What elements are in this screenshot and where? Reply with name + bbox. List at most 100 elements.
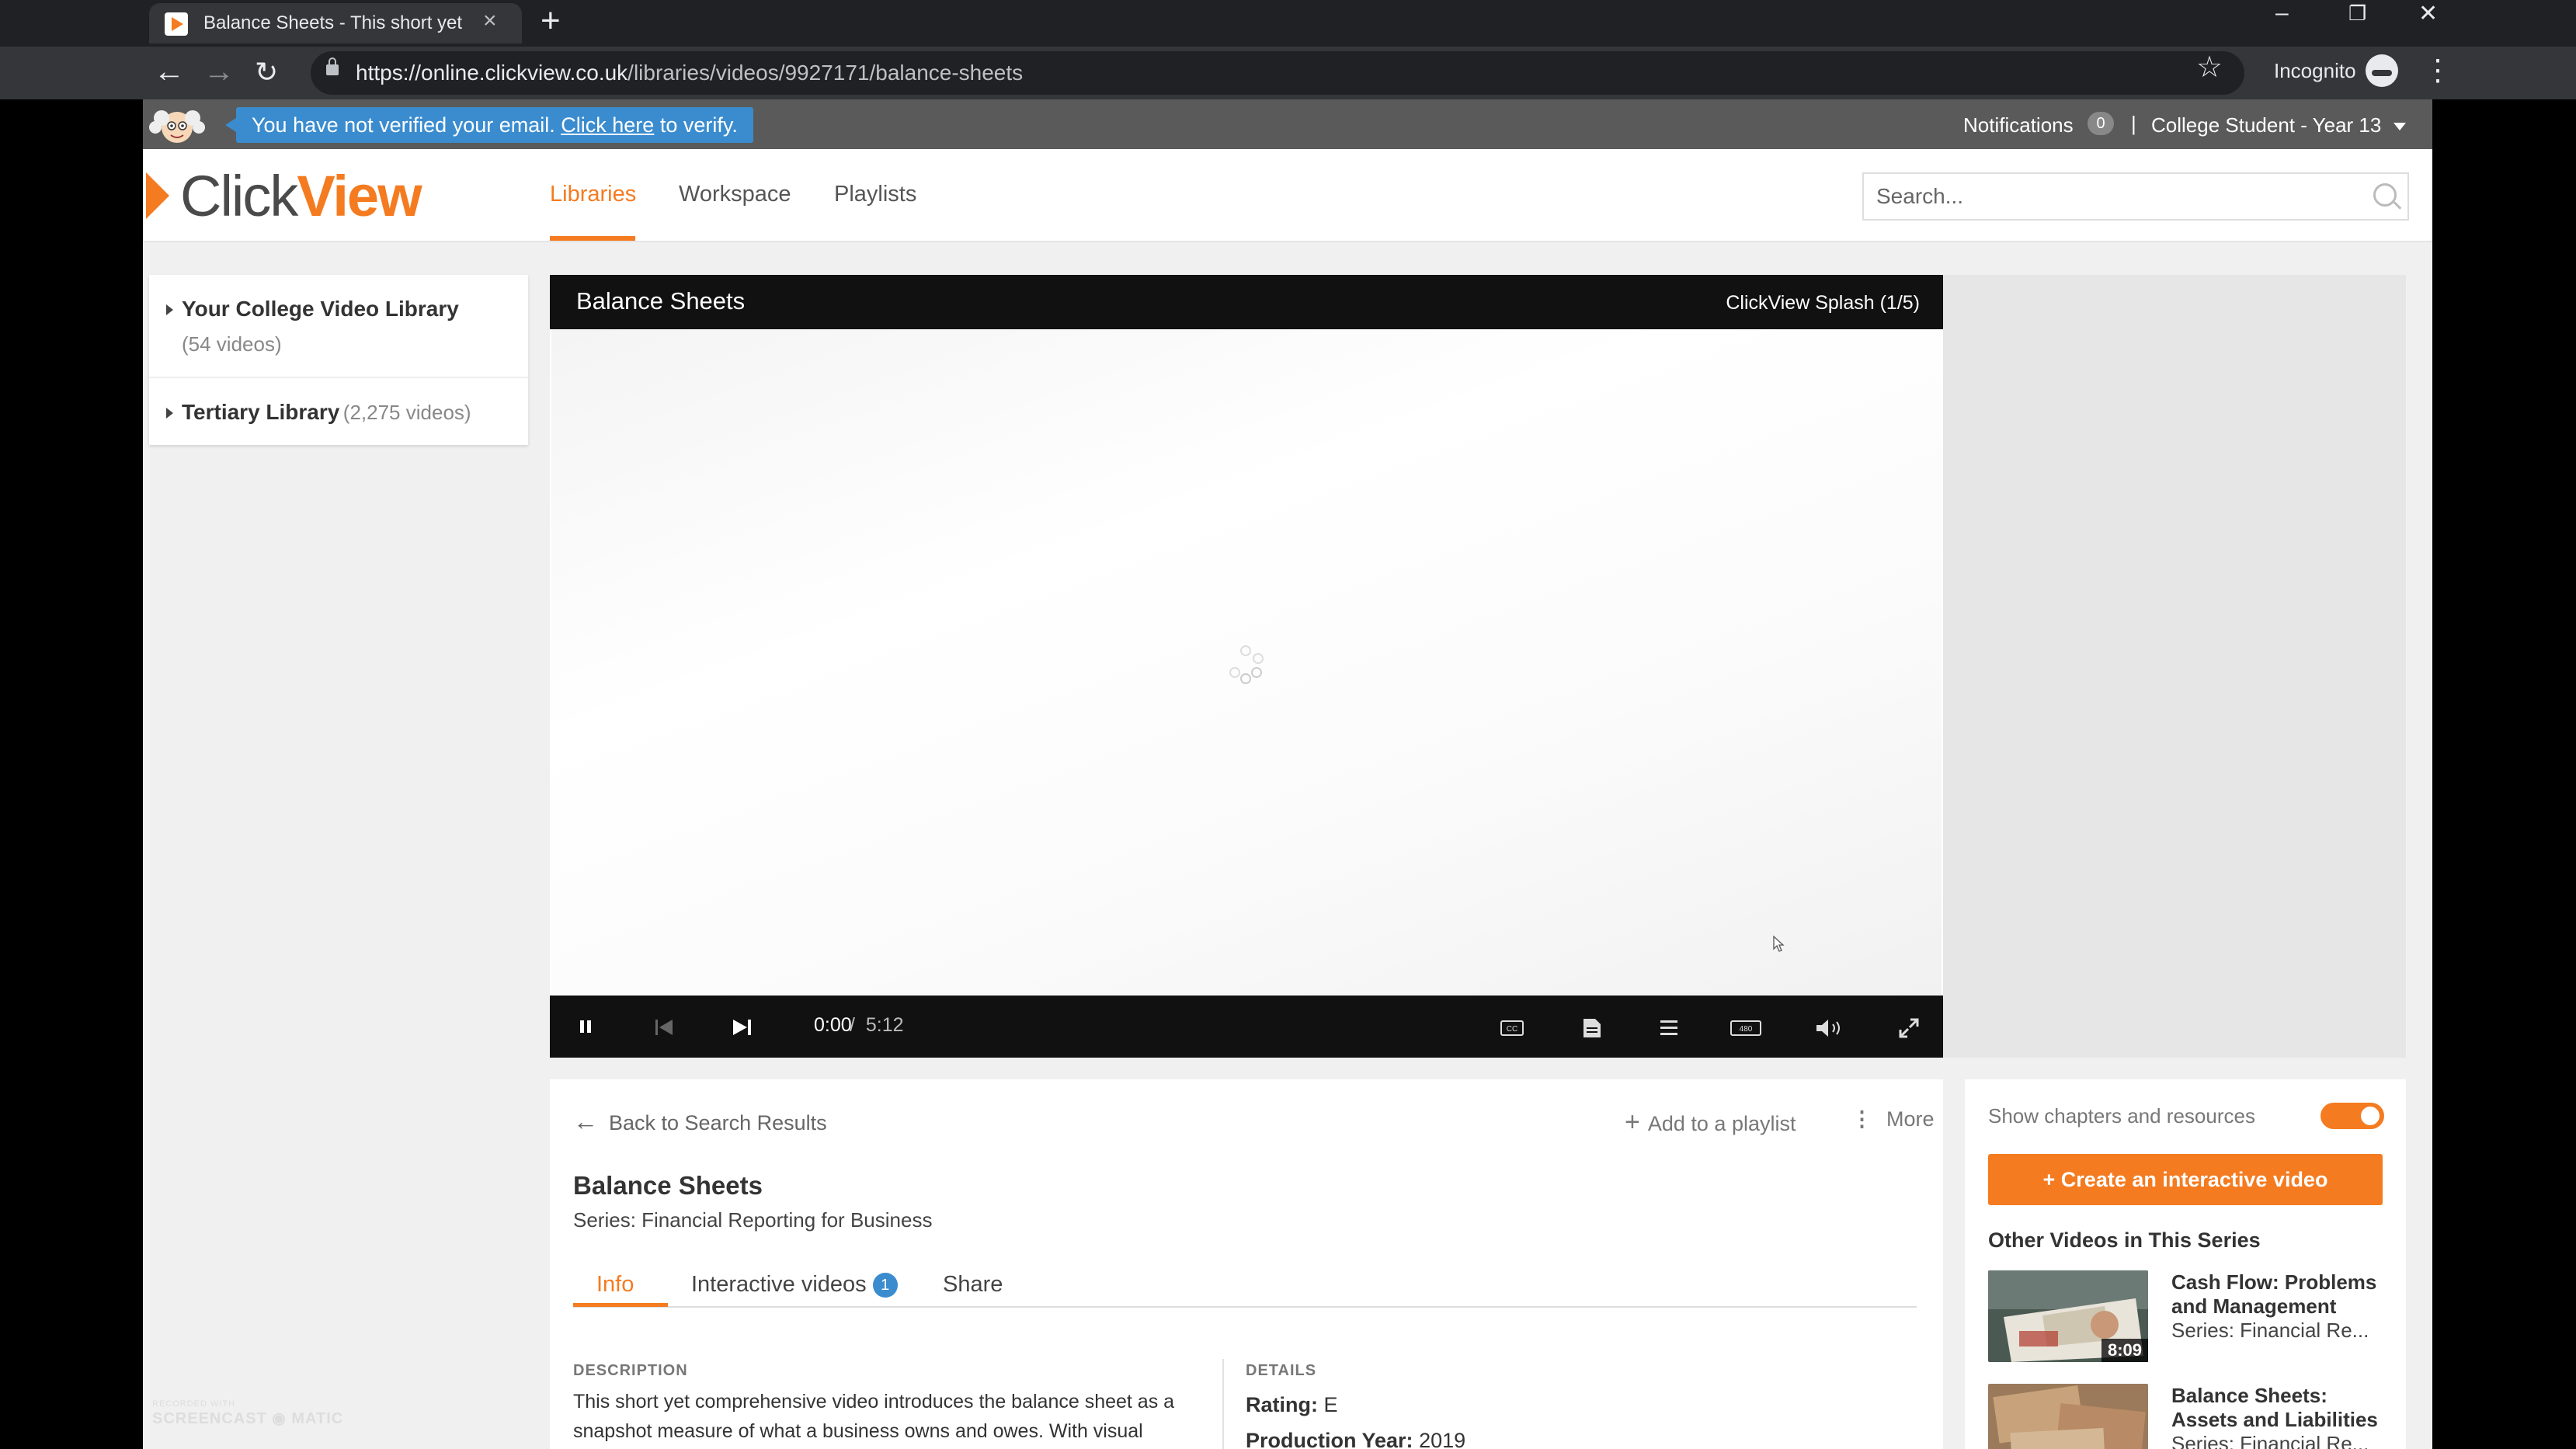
details-label: DETAILS <box>1246 1362 1317 1379</box>
svg-text:480: 480 <box>1740 1025 1753 1034</box>
site-header: ClickView Libraries Workspace Playlists <box>143 149 2432 242</box>
separator: | <box>2131 112 2136 135</box>
previous-icon[interactable] <box>654 1017 674 1037</box>
mouse-cursor-icon <box>1773 935 1785 952</box>
incognito-icon[interactable] <box>2366 54 2398 87</box>
related-video-title[interactable]: Cash Flow: Problems and Management <box>2171 1270 2397 1319</box>
browser-menu-icon[interactable]: ⋮ <box>2423 53 2453 88</box>
tab-info[interactable]: Info <box>596 1272 634 1298</box>
more-vertical-icon: ⋮ <box>1851 1107 1872 1131</box>
nav-playlists[interactable]: Playlists <box>834 182 916 207</box>
clickview-logo-icon[interactable] <box>146 172 169 219</box>
caret-right-icon <box>166 408 173 419</box>
library-name: Your College Video Library <box>182 297 459 321</box>
video-thumbnail[interactable] <box>1988 1384 2148 1449</box>
tab-title: Balance Sheets - This short yet comprehe… <box>203 12 468 33</box>
chapters-icon[interactable] <box>1581 1017 1603 1039</box>
more-button[interactable]: ⋮ More <box>1851 1107 1935 1131</box>
url-text[interactable]: https://online.clickview.co.uk/libraries… <box>356 61 1023 85</box>
pause-icon[interactable] <box>579 1019 592 1034</box>
series-line[interactable]: Series: Financial Reporting for Business <box>573 1208 932 1232</box>
notifications-link[interactable]: Notifications <box>1963 113 2074 137</box>
tab-interactive-videos[interactable]: Interactive videos 1 <box>691 1272 898 1298</box>
screencast-watermark: RECORDED WITH SCREENCAST ◉ MATIC <box>152 1399 344 1427</box>
video-info-card: ← Back to Search Results + Add to a playli… <box>550 1079 1943 1449</box>
clickview-favicon-icon <box>165 12 188 36</box>
new-tab-icon[interactable]: + <box>541 2 561 40</box>
nav-libraries[interactable]: Libraries <box>550 182 636 207</box>
back-to-results-link[interactable]: ← Back to Search Results <box>573 1107 827 1136</box>
search-input[interactable] <box>1875 180 2344 213</box>
library-count: (2,275 videos) <box>342 401 471 424</box>
related-video-title[interactable]: Balance Sheets: Assets and Liabilities <box>2171 1384 2397 1432</box>
browser-tab[interactable]: Balance Sheets - This short yet comprehe… <box>149 3 522 43</box>
add-to-playlist-button[interactable]: + Add to a playlist <box>1625 1107 1796 1138</box>
video-viewport[interactable] <box>551 329 1942 996</box>
related-video-item[interactable]: Balance Sheets: Assets and Liabilities S… <box>1988 1384 2392 1449</box>
interactive-count-badge: 1 <box>872 1273 898 1298</box>
clickview-logo[interactable]: ClickView <box>180 163 422 229</box>
video-duration-badge: 8:09 <box>2101 1339 2148 1362</box>
player-controls: 0:00 / 5:12 CC 480 <box>550 996 1943 1058</box>
address-bar[interactable]: https://online.clickview.co.uk/libraries… <box>311 51 2244 95</box>
volume-icon[interactable] <box>1814 1017 1845 1039</box>
info-title: Balance Sheets <box>573 1171 763 1200</box>
splash-info: ClickView Splash (1/5) <box>1726 292 1920 314</box>
closed-captions-icon[interactable]: CC <box>1500 1020 1524 1036</box>
chevron-down-icon[interactable] <box>2393 123 2406 130</box>
notifications-count-badge: 0 <box>2088 112 2114 135</box>
library-count: (54 videos) <box>182 332 282 356</box>
thumbnail-overlay: 8:09 <box>1988 1270 2148 1362</box>
verify-email-link[interactable]: Click here <box>561 113 654 137</box>
lock-icon <box>326 57 339 75</box>
reload-icon[interactable]: ↻ <box>255 56 278 89</box>
mascot-icon <box>149 110 205 143</box>
related-video-series: Series: Financial Re... <box>2171 1432 2369 1449</box>
time-duration: / 5:12 <box>850 1014 904 1036</box>
user-menu[interactable]: College Student - Year 13 <box>2151 113 2381 137</box>
sidebar-item-college-library[interactable]: Your College Video Library (54 videos) <box>149 275 528 378</box>
related-video-item[interactable]: 8:09 Cash Flow: Problems and Management … <box>1988 1270 2392 1364</box>
description-label: DESCRIPTION <box>573 1362 688 1379</box>
video-title: Balance Sheets <box>576 287 746 314</box>
verification-bar: You have not verified your email. Click … <box>143 99 2432 149</box>
description-text: This short yet comprehensive video intro… <box>573 1391 1175 1442</box>
sidebar-item-tertiary-library[interactable]: Tertiary Library (2,275 videos) <box>149 378 528 445</box>
rating-row: Rating: E <box>1246 1393 1338 1416</box>
caret-right-icon <box>166 304 173 315</box>
browser-chrome: Balance Sheets - This short yet comprehe… <box>0 0 2576 99</box>
quality-icon[interactable]: 480 <box>1730 1020 1761 1036</box>
page: You have not verified your email. Click … <box>143 99 2432 1449</box>
plus-icon: + <box>1625 1107 1640 1137</box>
back-icon[interactable]: ← <box>154 54 185 89</box>
related-video-series: Series: Financial Re... <box>2171 1319 2369 1342</box>
create-interactive-video-button[interactable]: + Create an interactive video <box>1988 1154 2383 1205</box>
video-player: Balance Sheets ClickView Splash (1/5) 0:… <box>550 275 1943 1058</box>
forward-icon[interactable]: → <box>203 54 235 89</box>
time-current: 0:00 <box>814 1014 852 1036</box>
fullscreen-icon[interactable] <box>1898 1017 1920 1039</box>
close-window-icon[interactable]: ✕ <box>2418 0 2438 27</box>
tab-close-icon[interactable]: × <box>483 8 497 34</box>
search-box <box>1862 172 2409 221</box>
loading-spinner-icon <box>1229 645 1264 684</box>
playlist-icon[interactable] <box>1659 1019 1679 1037</box>
verify-email-message: You have not verified your email. Click … <box>225 107 753 143</box>
nav-workspace[interactable]: Workspace <box>679 182 791 207</box>
minimize-icon[interactable]: – <box>2275 0 2289 26</box>
production-year-row: Production Year: 2019 <box>1246 1429 1466 1449</box>
chapters-toggle-label: Show chapters and resources <box>1988 1104 2255 1128</box>
chapters-toggle[interactable] <box>2320 1103 2384 1129</box>
bookmark-star-icon[interactable]: ☆ <box>2196 50 2223 85</box>
next-icon[interactable] <box>732 1017 753 1037</box>
library-sidebar: Your College Video Library (54 videos) T… <box>149 275 528 445</box>
nav-active-indicator <box>550 236 635 241</box>
info-tabs: Info Interactive videos 1 Share <box>573 1258 1917 1308</box>
side-panel-placeholder <box>1943 275 2406 1058</box>
library-name: Tertiary Library <box>182 400 340 424</box>
search-icon[interactable] <box>2373 183 2397 207</box>
incognito-label: Incognito <box>2274 59 2356 82</box>
tab-share[interactable]: Share <box>943 1272 1003 1298</box>
series-side-card: Show chapters and resources + Create an … <box>1965 1079 2406 1449</box>
restore-icon[interactable]: ❐ <box>2348 2 2366 26</box>
